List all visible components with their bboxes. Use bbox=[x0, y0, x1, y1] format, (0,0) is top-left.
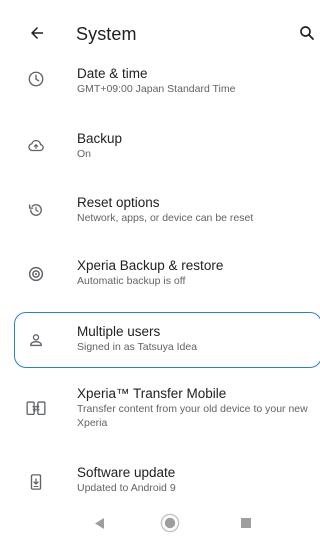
setting-subtitle: GMT+09:00 Japan Standard Time bbox=[77, 83, 236, 95]
history-icon bbox=[26, 200, 46, 220]
nav-home-button[interactable] bbox=[160, 513, 180, 533]
nav-home-icon bbox=[160, 513, 180, 533]
setting-date-time[interactable]: Date & time GMT+09:00 Japan Standard Tim… bbox=[0, 62, 320, 106]
setting-subtitle: Updated to Android 9 bbox=[77, 482, 176, 494]
setting-subtitle: On bbox=[77, 148, 92, 160]
nav-back-button[interactable] bbox=[89, 513, 109, 533]
nav-recents-icon bbox=[241, 518, 251, 528]
setting-xperia-transfer-mobile[interactable]: Xperia™ Transfer Mobile Transfer content… bbox=[0, 382, 320, 440]
system-settings-screen: System Date & time GMT+09:00 Japan Stand… bbox=[0, 0, 320, 540]
nav-back-icon bbox=[95, 517, 104, 529]
setting-backup[interactable]: Backup On bbox=[0, 124, 320, 168]
setting-title: Xperia Backup & restore bbox=[77, 258, 224, 273]
setting-reset-options[interactable]: Reset options Network, apps, or device c… bbox=[0, 189, 320, 233]
setting-title: Reset options bbox=[77, 195, 160, 210]
arrow-back-icon bbox=[31, 27, 43, 39]
backup-restore-icon bbox=[26, 264, 46, 284]
setting-software-update[interactable]: Software update Updated to Android 9 bbox=[0, 460, 320, 504]
page-title: System bbox=[76, 24, 137, 44]
transfer-icon bbox=[26, 399, 46, 419]
setting-title: Software update bbox=[77, 465, 176, 480]
clock-icon bbox=[26, 69, 46, 89]
back-button[interactable] bbox=[26, 22, 48, 44]
search-icon bbox=[300, 26, 314, 40]
app-bar: System bbox=[0, 0, 320, 62]
selection-highlight bbox=[14, 312, 320, 368]
setting-title: Xperia™ Transfer Mobile bbox=[77, 386, 227, 401]
system-navigation-bar bbox=[0, 505, 320, 540]
setting-xperia-backup-restore[interactable]: Xperia Backup & restore Automatic backup… bbox=[0, 252, 320, 296]
system-update-icon bbox=[26, 472, 46, 492]
setting-subtitle: Automatic backup is off bbox=[77, 275, 186, 287]
setting-subtitle: Transfer content from your old device to… bbox=[77, 403, 308, 429]
setting-title: Date & time bbox=[77, 66, 148, 81]
cloud-backup-icon bbox=[26, 136, 46, 156]
nav-recents-button[interactable] bbox=[236, 513, 256, 533]
search-button[interactable] bbox=[298, 22, 320, 44]
setting-subtitle: Network, apps, or device can be reset bbox=[77, 212, 254, 224]
setting-title: Backup bbox=[77, 131, 123, 146]
